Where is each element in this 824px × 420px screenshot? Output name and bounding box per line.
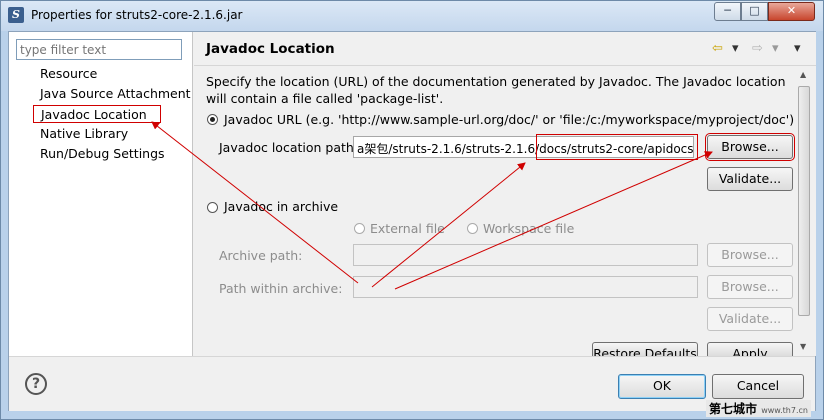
javadoc-url-label: Javadoc URL (e.g. 'http://www.sample-url… [224,112,795,127]
separator [194,65,816,66]
archive-path-input[interactable] [353,244,698,266]
title-bar[interactable]: S Properties for struts2-core-2.1.6.jar … [1,1,823,31]
page-description: Specify the location (URL) of the docume… [206,74,786,106]
ok-button[interactable]: OK [618,374,706,399]
forward-arrow-icon[interactable]: ⇨ [752,41,763,56]
sidebar-item-native-library[interactable]: Native Library [40,125,128,143]
validate-button[interactable]: Validate... [707,167,793,191]
archive-validate-button[interactable]: Validate... [707,307,793,331]
archive-path-label: Archive path: [219,248,303,263]
forward-dropdown-icon[interactable]: ▾ [772,41,779,56]
properties-dialog: S Properties for struts2-core-2.1.6.jar … [0,0,824,420]
archive-browse-button[interactable]: Browse... [707,243,793,267]
view-menu-icon[interactable]: ▾ [794,41,801,56]
sidebar: Resource Java Source Attachment Javadoc … [9,32,193,356]
maximize-icon[interactable]: □ [741,2,768,21]
external-file-label: External file [370,221,445,236]
window-title: Properties for struts2-core-2.1.6.jar [31,8,243,22]
path-within-archive-input[interactable] [353,276,698,298]
sidebar-item-java-source-attachment[interactable]: Java Source Attachment [40,85,191,103]
button-bar: ? OK Cancel [9,356,815,411]
scroll-thumb[interactable] [798,86,810,316]
minimize-icon[interactable]: ─ [714,2,741,21]
apply-button[interactable]: Apply [707,342,793,356]
restore-defaults-button[interactable]: Restore Defaults [592,342,698,356]
site-watermark: 第七城市 www.th7.cn [706,400,811,417]
javadoc-archive-label: Javadoc in archive [224,199,339,214]
location-path-label: Javadoc location path: [219,140,359,155]
workspace-file-label: Workspace file [483,221,575,236]
path-within-browse-button[interactable]: Browse... [707,275,793,299]
scroll-up-icon[interactable]: ▲ [800,70,806,79]
javadoc-archive-radio[interactable] [207,202,218,213]
watermark-site: www.th7.cn [761,406,808,415]
watermark-text: 第七城市 [709,402,758,416]
annotation-box-path [536,134,698,160]
browse-button[interactable]: Browse... [705,133,795,161]
dialog-client-area: Resource Java Source Attachment Javadoc … [8,31,816,411]
close-icon[interactable]: ✕ [768,2,815,21]
page-title: Javadoc Location [206,41,335,57]
scroll-down-icon[interactable]: ▼ [800,342,806,351]
help-icon[interactable]: ? [25,373,47,395]
vertical-scrollbar[interactable]: ▲ ▼ [796,68,813,354]
path-within-archive-label: Path within archive: [219,281,343,296]
property-page: Javadoc Location ⇦ ▾ ⇨ ▾ ▾ Specify the l… [194,32,816,356]
workspace-file-radio[interactable] [467,223,478,234]
sidebar-item-run-debug-settings[interactable]: Run/Debug Settings [40,145,165,163]
sidebar-item-resource[interactable]: Resource [40,65,97,83]
filter-input[interactable] [16,39,182,60]
external-file-radio[interactable] [354,223,365,234]
page-nav: ⇦ ▾ ⇨ ▾ ▾ [712,41,812,57]
javadoc-url-radio[interactable] [207,114,218,125]
back-arrow-icon[interactable]: ⇦ [712,41,723,56]
eclipse-app-icon: S [8,7,24,23]
cancel-button[interactable]: Cancel [712,374,804,399]
sidebar-item-javadoc-location[interactable]: Javadoc Location [33,105,161,123]
back-dropdown-icon[interactable]: ▾ [732,41,739,56]
